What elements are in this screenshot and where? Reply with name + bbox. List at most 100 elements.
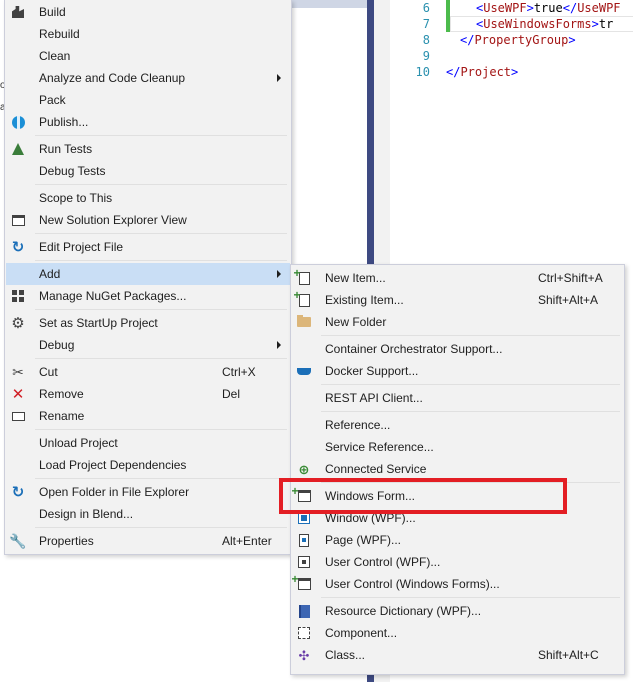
menu-item-cut[interactable]: ✂ Cut Ctrl+X [6, 361, 290, 383]
submenu-arrow-icon [277, 74, 281, 82]
menu-item-rebuild[interactable]: Rebuild [6, 23, 290, 45]
menu-item-unload[interactable]: Unload Project [6, 432, 290, 454]
menu-separator [35, 233, 287, 234]
menu-item-user-control-wpf[interactable]: User Control (WPF)... [292, 551, 623, 573]
open-folder-icon: ↻ [11, 483, 25, 501]
xml-tag: UseWPF [483, 1, 527, 15]
menu-item-clean[interactable]: Clean [6, 45, 290, 67]
shortcut-label: Shift+Alt+C [538, 648, 599, 662]
menu-item-resource-dictionary[interactable]: Resource Dictionary (WPF)... [292, 600, 623, 622]
menu-item-run-tests[interactable]: Run Tests [6, 138, 290, 160]
menu-separator [35, 478, 287, 479]
xml-tag: UseWPF [577, 1, 621, 15]
menu-item-pack[interactable]: Pack [6, 89, 290, 111]
line-number: 8 [422, 33, 430, 47]
line-number: 6 [422, 1, 430, 15]
scissors-icon: ✂ [12, 364, 24, 380]
xml-tag: PropertyGroup [474, 33, 569, 47]
menu-item-service-reference[interactable]: Service Reference... [292, 436, 623, 458]
menu-item-new-folder[interactable]: New Folder [292, 311, 623, 333]
globe-icon [10, 114, 26, 130]
docker-icon [296, 363, 312, 379]
add-submenu: New Item... Ctrl+Shift+A Existing Item..… [290, 264, 625, 675]
line-number: 9 [422, 49, 430, 63]
submenu-arrow-icon [277, 270, 281, 278]
menu-separator [321, 411, 620, 412]
flask-icon [10, 141, 26, 157]
project-context-menu: Build Rebuild Clean Analyze and Code Cle… [4, 0, 292, 555]
menu-item-load-deps[interactable]: Load Project Dependencies [6, 454, 290, 476]
shortcut-label: Ctrl+X [222, 365, 256, 379]
build-icon [10, 4, 26, 20]
menu-item-analyze[interactable]: Analyze and Code Cleanup [6, 67, 290, 89]
menu-item-rename[interactable]: Rename [6, 405, 290, 427]
menu-item-reference[interactable]: Reference... [292, 414, 623, 436]
window-icon [10, 212, 26, 228]
submenu-arrow-icon [277, 341, 281, 349]
code-line[interactable]: 9 [390, 48, 633, 64]
selected-tree-row [292, 0, 367, 8]
menu-item-docker-support[interactable]: Docker Support... [292, 360, 623, 382]
code-line[interactable]: 7 <UseWindowsForms>tr [390, 16, 633, 32]
xml-value: tr [598, 17, 614, 31]
menu-item-user-control-winforms[interactable]: User Control (Windows Forms)... [292, 572, 623, 595]
menu-item-edit-project[interactable]: ↻ Edit Project File [6, 236, 290, 258]
remove-icon: ✕ [11, 385, 25, 403]
menu-separator [35, 358, 287, 359]
nuget-icon [10, 288, 26, 304]
folder-icon [296, 314, 312, 330]
menu-item-container-support[interactable]: Container Orchestrator Support... [292, 338, 623, 360]
xml-tag: Project [460, 65, 512, 79]
menu-item-class[interactable]: ✣ Class... Shift+Alt+C [292, 644, 623, 666]
menu-item-open-folder[interactable]: ↻ Open Folder in File Explorer [6, 481, 290, 503]
menu-item-scope[interactable]: Scope to This [6, 187, 290, 209]
menu-separator [35, 260, 287, 261]
menu-separator [35, 135, 287, 136]
menu-item-new-item[interactable]: New Item... Ctrl+Shift+A [292, 266, 623, 289]
menu-item-debug-tests[interactable]: Debug Tests [6, 160, 290, 182]
menu-separator [35, 527, 287, 528]
shortcut-label: Del [222, 387, 241, 401]
menu-item-properties[interactable]: 🔧 Properties Alt+Enter [6, 530, 290, 552]
new-item-icon [294, 266, 312, 286]
menu-item-existing-item[interactable]: Existing Item... Shift+Alt+A [292, 288, 623, 311]
menu-separator [321, 335, 620, 336]
menu-separator [321, 597, 620, 598]
menu-separator [35, 429, 287, 430]
menu-item-nuget[interactable]: Manage NuGet Packages... [6, 285, 290, 307]
menu-item-page-wpf[interactable]: Page (WPF)... [292, 529, 623, 551]
shortcut-label: Ctrl+Shift+A [538, 271, 603, 285]
edit-arrow-icon: ↻ [11, 238, 25, 256]
wrench-icon: 🔧 [9, 533, 27, 549]
menu-item-connected-service[interactable]: ⊕ Connected Service [292, 458, 623, 480]
menu-separator [321, 384, 620, 385]
gear-icon: ⚙ [11, 314, 25, 332]
line-number: 7 [422, 17, 430, 31]
component-icon [296, 625, 312, 641]
code-line[interactable]: 6 <UseWPF>true</UseWPF [390, 0, 633, 16]
wpf-page-icon [296, 532, 312, 548]
menu-item-add[interactable]: Add [6, 263, 290, 285]
rename-icon [10, 408, 26, 424]
class-icon: ✣ [298, 647, 310, 663]
menu-item-component[interactable]: Component... [292, 622, 623, 644]
resource-dictionary-icon [296, 603, 312, 619]
menu-item-startup[interactable]: ⚙ Set as StartUp Project [6, 312, 290, 334]
user-control-icon [292, 572, 312, 592]
menu-item-rest-client[interactable]: REST API Client... [292, 387, 623, 409]
shortcut-label: Alt+Enter [222, 534, 272, 548]
menu-item-publish[interactable]: Publish... [6, 111, 290, 133]
xml-tag: UseWindowsForms [483, 17, 592, 31]
code-line[interactable]: 8 </PropertyGroup> [390, 32, 633, 48]
menu-item-build[interactable]: Build [6, 1, 290, 23]
menu-separator [35, 184, 287, 185]
menu-item-debug[interactable]: Debug [6, 334, 290, 356]
existing-item-icon [294, 288, 312, 308]
menu-item-new-view[interactable]: New Solution Explorer View [6, 209, 290, 231]
windows-form-highlight-box [279, 478, 567, 514]
menu-item-remove[interactable]: ✕ Remove Del [6, 383, 290, 405]
connected-service-icon: ⊕ [298, 461, 310, 477]
xml-value: true [533, 1, 563, 15]
menu-item-blend[interactable]: Design in Blend... [6, 503, 290, 525]
code-line[interactable]: 10 </Project> [390, 64, 633, 80]
